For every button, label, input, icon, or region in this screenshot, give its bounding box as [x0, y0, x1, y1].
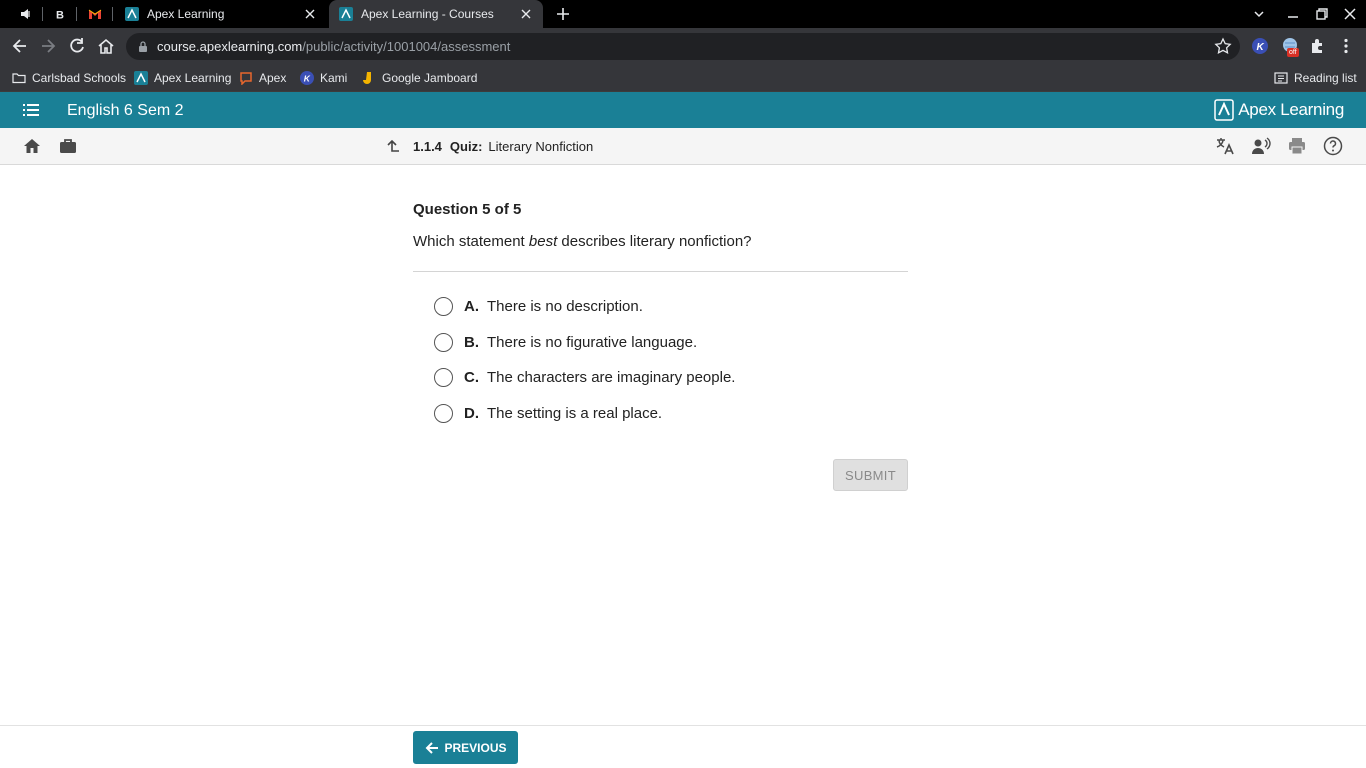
activity-title: Literary Nonfiction [488, 138, 594, 154]
svg-text:K: K [1257, 42, 1265, 53]
reload-icon[interactable] [67, 36, 87, 56]
forward-icon[interactable] [38, 36, 58, 56]
kami-icon: K [300, 71, 314, 85]
more-menu-icon[interactable] [1337, 37, 1355, 55]
radio-button[interactable] [434, 333, 453, 352]
bookmark-kami[interactable]: K Kami [300, 69, 347, 87]
tab-title: Apex Learning - Courses [361, 7, 494, 21]
activity-toolbar: 1.1.4 Quiz: Literary Nonfiction [0, 128, 1366, 165]
close-icon[interactable] [303, 7, 317, 21]
extension-with-badge[interactable]: off [1281, 37, 1301, 59]
home-icon[interactable] [22, 136, 42, 156]
radio-button[interactable] [434, 297, 453, 316]
briefcase-icon[interactable] [58, 136, 78, 156]
url-text[interactable]: course.apexlearning.com/public/activity/… [157, 39, 510, 54]
previous-button[interactable]: PREVIOUS [413, 731, 518, 764]
bookmark-carlsbad-schools[interactable]: Carlsbad Schools [12, 69, 126, 87]
browser-tab-strip: B Apex Learning Apex Learning - Courses [0, 0, 1366, 28]
svg-text:B: B [56, 10, 64, 21]
restore-icon[interactable] [1314, 6, 1330, 22]
folder-icon [12, 73, 26, 84]
apex-favicon-icon [339, 7, 353, 21]
gmail-icon [88, 9, 102, 19]
question-divider [413, 271, 908, 272]
bookmark-apex-learning[interactable]: Apex Learning [134, 69, 231, 87]
bookmark-star-icon[interactable] [1214, 37, 1232, 55]
apex-favicon-icon [125, 7, 139, 21]
reading-list-icon [1274, 72, 1288, 84]
jamboard-icon [363, 72, 371, 84]
answer-option-a[interactable]: A. There is no description. [434, 297, 643, 316]
course-title: English 6 Sem 2 [67, 102, 184, 119]
menu-icon[interactable] [22, 101, 40, 119]
translate-icon[interactable] [1215, 136, 1235, 156]
mute-icon [21, 9, 30, 19]
tab-apex-learning[interactable]: Apex Learning [115, 0, 327, 28]
navigation-footer: PREVIOUS [0, 725, 1366, 768]
apex-icon [134, 71, 148, 85]
apex-brand: Apex Learning [1214, 99, 1344, 121]
minimize-icon[interactable] [1285, 6, 1301, 22]
extensions-puzzle-icon[interactable] [1308, 37, 1326, 55]
chat-icon [240, 72, 252, 85]
answer-option-c[interactable]: C. The characters are imaginary people. [434, 368, 735, 387]
up-arrow-icon[interactable] [384, 138, 400, 154]
text-to-speech-icon[interactable] [1251, 136, 1271, 156]
radio-button[interactable] [434, 404, 453, 423]
question-prompt: Which statement best describes literary … [413, 233, 752, 250]
submit-button[interactable]: SUBMIT [833, 459, 908, 491]
apex-logo-icon [1214, 99, 1234, 121]
pinned-tab-b[interactable]: B [48, 4, 72, 24]
pinned-tab-media[interactable] [14, 4, 38, 24]
back-icon[interactable] [10, 36, 30, 56]
course-header: English 6 Sem 2 Apex Learning [0, 92, 1366, 128]
lock-icon[interactable] [137, 40, 149, 53]
answer-option-b[interactable]: B. There is no figurative language. [434, 333, 697, 352]
radio-button[interactable] [434, 368, 453, 387]
print-icon[interactable] [1287, 136, 1307, 156]
extension-badge: off [1287, 48, 1299, 57]
tab-title: Apex Learning [147, 7, 225, 21]
question-counter: Question 5 of 5 [413, 201, 522, 218]
new-tab-icon[interactable] [554, 5, 572, 23]
close-icon[interactable] [519, 7, 533, 21]
reading-list[interactable]: Reading list [1274, 69, 1357, 87]
answer-option-d[interactable]: D. The setting is a real place. [434, 404, 662, 423]
activity-breadcrumb: 1.1.4 Quiz: Literary Nonfiction [384, 138, 593, 154]
activity-type: Quiz: [449, 138, 483, 154]
help-icon[interactable] [1323, 136, 1343, 156]
activity-number: 1.1.4 [413, 138, 442, 154]
tab-apex-learning-courses[interactable]: Apex Learning - Courses [329, 0, 543, 28]
bookmark-google-jamboard[interactable]: Google Jamboard [362, 69, 477, 87]
window-close-icon[interactable] [1342, 6, 1358, 22]
svg-text:K: K [304, 74, 311, 84]
pinned-tab-gmail[interactable] [83, 4, 107, 24]
arrow-left-icon [426, 741, 439, 754]
bookmark-apex[interactable]: Apex [239, 69, 286, 87]
home-icon[interactable] [96, 36, 116, 56]
kami-extension-icon[interactable]: K [1251, 37, 1269, 55]
tab-search-icon[interactable] [1251, 6, 1267, 22]
b-icon: B [56, 10, 64, 21]
